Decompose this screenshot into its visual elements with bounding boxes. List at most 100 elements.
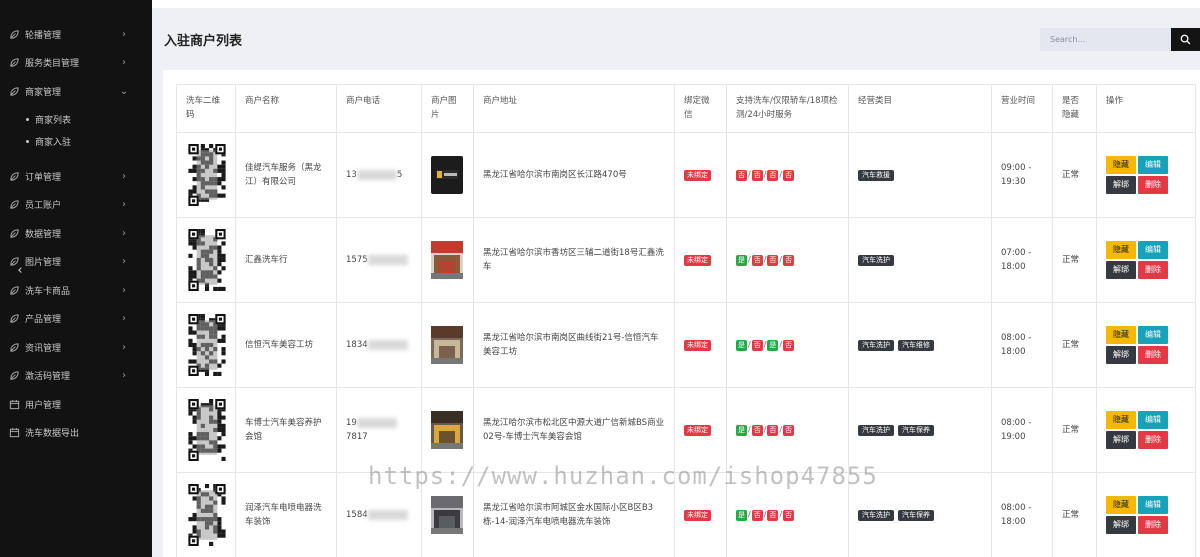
sidebar-item-label: 资讯管理 bbox=[25, 343, 62, 354]
qr-code bbox=[188, 314, 226, 376]
unbind-button[interactable]: 解绑 bbox=[1106, 176, 1136, 194]
bullet-icon bbox=[26, 117, 29, 121]
unbind-button[interactable]: 解绑 bbox=[1106, 431, 1136, 449]
phone-blur bbox=[367, 339, 408, 350]
flag-separator: / bbox=[748, 510, 751, 519]
service-flag: 否 bbox=[751, 510, 763, 521]
wechat-cell: 未绑定 bbox=[674, 132, 727, 218]
sidebar-item-8[interactable]: 产品管理 › bbox=[0, 308, 152, 328]
calendar-icon bbox=[8, 398, 20, 410]
business-hours: 08:00 - 18:00 bbox=[991, 302, 1053, 388]
flag-separator: / bbox=[748, 340, 751, 349]
hide-button[interactable]: 隐藏 bbox=[1106, 241, 1136, 259]
edit-button[interactable]: 编辑 bbox=[1138, 496, 1168, 514]
merchant-address: 黑龙江省哈尔滨市阿城区金水国际小区B区B3栋-14-润泽汽车电喷电器洗车装饰 bbox=[473, 472, 675, 557]
qr-cell bbox=[176, 387, 236, 473]
service-flag: 否 bbox=[767, 255, 779, 266]
delete-button[interactable]: 删除 bbox=[1138, 516, 1168, 534]
hide-button[interactable]: 隐藏 bbox=[1106, 326, 1136, 344]
merchant-address: 黑龙江哈尔滨市松北区中源大道广信新城BS商业02号-车博士汽车美容会馆 bbox=[473, 387, 675, 473]
column-header: 洗车二维码 bbox=[176, 84, 236, 133]
service-flags-cell: 是 / 否 / 否 / 否 bbox=[726, 387, 849, 473]
edit-button[interactable]: 编辑 bbox=[1138, 326, 1168, 344]
chevron-right-icon: › bbox=[122, 284, 126, 296]
flag-separator: / bbox=[779, 425, 783, 434]
service-flag: 否 bbox=[751, 425, 763, 436]
hidden-status: 正常 bbox=[1052, 472, 1097, 557]
delete-button[interactable]: 删除 bbox=[1138, 176, 1168, 194]
sidebar-item-7[interactable]: 洗车卡商品 › bbox=[0, 280, 152, 300]
merchant-image bbox=[431, 326, 463, 364]
merchant-phone: 13 5 bbox=[336, 132, 422, 218]
edit-button[interactable]: 编辑 bbox=[1138, 241, 1168, 259]
business-hours: 09:00 - 19:30 bbox=[991, 132, 1053, 218]
sidebar-item-3[interactable]: 订单管理 › bbox=[0, 166, 152, 186]
sidebar-item-11[interactable]: 用户管理 bbox=[0, 394, 152, 414]
search-icon bbox=[1180, 34, 1191, 45]
sidebar-item-4[interactable]: 员工账户 › bbox=[0, 194, 152, 214]
category-tag: 汽车洗护 bbox=[858, 510, 894, 521]
sidebar-item-5[interactable]: 数据管理 › bbox=[0, 223, 152, 243]
sidebar-collapse-button[interactable]: ‹ bbox=[12, 262, 28, 278]
flag-separator: / bbox=[748, 170, 751, 179]
category-tag: 汽车维修 bbox=[898, 340, 934, 351]
sidebar-item-label: 洗车数据导出 bbox=[25, 428, 80, 439]
actions-cell: 隐藏 编辑 解绑 删除 bbox=[1096, 387, 1196, 473]
phone-blur bbox=[367, 254, 408, 265]
actions-cell: 隐藏 编辑 解绑 删除 bbox=[1096, 132, 1196, 218]
sidebar-item-0[interactable]: 轮播管理 › bbox=[0, 24, 152, 44]
column-header: 绑定微信 bbox=[674, 84, 727, 133]
column-header: 支持洗车/仅限轿车/18项检测/24小时服务 bbox=[726, 84, 849, 133]
delete-button[interactable]: 删除 bbox=[1138, 261, 1168, 279]
service-flag: 是 bbox=[736, 255, 747, 266]
merchant-phone: 19 7817 bbox=[336, 387, 422, 473]
sidebar-item-2[interactable]: 商家管理 ⌄ bbox=[0, 81, 152, 101]
hide-button[interactable]: 隐藏 bbox=[1106, 156, 1136, 174]
sidebar-item-10[interactable]: 激活码管理 › bbox=[0, 365, 152, 385]
wechat-cell: 未绑定 bbox=[674, 387, 727, 473]
wechat-status-badge: 未绑定 bbox=[684, 425, 711, 436]
edit-button[interactable]: 编辑 bbox=[1138, 156, 1168, 174]
top-bar bbox=[152, 0, 1200, 8]
category-tag: 汽车保养 bbox=[898, 425, 934, 436]
unbind-button[interactable]: 解绑 bbox=[1106, 346, 1136, 364]
leaf-icon bbox=[8, 85, 20, 97]
wechat-cell: 未绑定 bbox=[674, 472, 727, 557]
sidebar-item-12[interactable]: 洗车数据导出 bbox=[0, 422, 152, 442]
hours-open: 08:00 - bbox=[1001, 503, 1032, 513]
leaf-icon bbox=[8, 284, 20, 296]
hours-close: 18:00 bbox=[1001, 517, 1026, 527]
submenu-item-label: 商家列表 bbox=[35, 115, 72, 126]
unbind-button[interactable]: 解绑 bbox=[1106, 261, 1136, 279]
hide-button[interactable]: 隐藏 bbox=[1106, 411, 1136, 429]
search-input[interactable] bbox=[1040, 28, 1172, 51]
qr-cell bbox=[176, 302, 236, 388]
delete-button[interactable]: 删除 bbox=[1138, 346, 1168, 364]
service-flag: 否 bbox=[783, 340, 795, 351]
service-flag: 是 bbox=[736, 510, 747, 521]
phone-visible: 1575 bbox=[346, 255, 368, 265]
column-header: 是否隐藏 bbox=[1052, 84, 1097, 133]
sidebar-item-9[interactable]: 资讯管理 › bbox=[0, 337, 152, 357]
merchant-phone: 1575 bbox=[336, 217, 422, 303]
chevron-right-icon: › bbox=[122, 56, 126, 68]
delete-button[interactable]: 删除 bbox=[1138, 431, 1168, 449]
actions-cell: 隐藏 编辑 解绑 删除 bbox=[1096, 472, 1196, 557]
sidebar-item-1[interactable]: 服务类目管理 › bbox=[0, 52, 152, 72]
search-button[interactable] bbox=[1171, 28, 1200, 51]
merchant-image bbox=[431, 411, 463, 449]
merchant-name: 佳缇汽车服务（黑龙江）有限公司 bbox=[235, 132, 337, 218]
categories-cell: 汽车救援 bbox=[848, 132, 992, 218]
submenu-item-0[interactable]: 商家列表 bbox=[26, 111, 71, 127]
hide-button[interactable]: 隐藏 bbox=[1106, 496, 1136, 514]
merchant-image-cell bbox=[421, 132, 474, 218]
hours-close: 19:30 bbox=[1001, 177, 1026, 187]
merchant-name: 信恒汽车美容工坊 bbox=[235, 302, 337, 388]
hours-open: 08:00 - bbox=[1001, 418, 1032, 428]
submenu-item-1[interactable]: 商家入驻 bbox=[26, 133, 71, 149]
sidebar-item-label: 商家管理 bbox=[25, 87, 62, 98]
unbind-button[interactable]: 解绑 bbox=[1106, 516, 1136, 534]
edit-button[interactable]: 编辑 bbox=[1138, 411, 1168, 429]
chevron-right-icon: › bbox=[122, 198, 126, 210]
flag-separator: / bbox=[748, 255, 751, 264]
